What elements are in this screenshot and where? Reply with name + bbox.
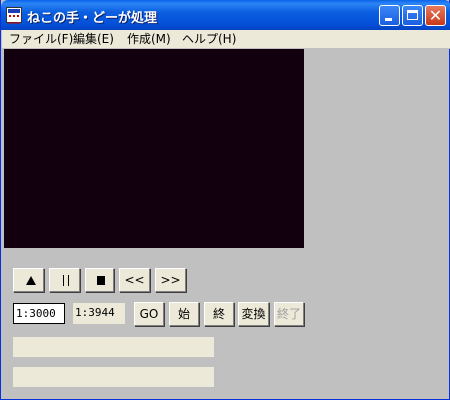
go-button[interactable]: GO xyxy=(134,302,164,326)
rewind-button[interactable]: << xyxy=(119,268,150,292)
maximize-icon xyxy=(407,10,418,20)
end-button[interactable]: 終 xyxy=(204,302,234,326)
close-button[interactable]: ✕ xyxy=(425,5,446,26)
menu-file[interactable]: ファイル(F) xyxy=(9,31,73,47)
window-title: ねこの手・どーが処理 xyxy=(27,11,158,26)
pause-button[interactable] xyxy=(49,268,80,292)
play-button[interactable] xyxy=(13,268,44,292)
pause-icon xyxy=(60,275,72,286)
menu-edit[interactable]: 編集(E) xyxy=(73,31,114,47)
ratio-readout: 1:3944 xyxy=(73,303,125,324)
status-bar-1 xyxy=(13,337,214,357)
ratio-input[interactable]: 1:3000 xyxy=(13,303,65,324)
minimize-button[interactable] xyxy=(379,5,400,26)
forward-button[interactable]: >> xyxy=(155,268,186,292)
status-bar-2 xyxy=(13,367,214,387)
convert-button[interactable]: 変換 xyxy=(238,302,269,326)
play-icon xyxy=(26,276,36,285)
minimize-icon xyxy=(385,18,392,21)
app-icon[interactable] xyxy=(6,7,22,24)
main-window: ねこの手・どーが処理 ✕ ファイル(F) 編集(E) 作成(M) ヘルプ(H) … xyxy=(0,0,450,400)
stop-button[interactable] xyxy=(85,268,114,292)
start-button[interactable]: 始 xyxy=(169,302,199,326)
video-preview[interactable] xyxy=(4,49,304,248)
stop-icon xyxy=(97,276,105,285)
finish-button: 終了 xyxy=(274,302,304,326)
maximize-button[interactable] xyxy=(402,5,423,26)
title-bar[interactable]: ねこの手・どーが処理 ✕ xyxy=(1,0,450,30)
menu-bar: ファイル(F) 編集(E) 作成(M) ヘルプ(H) xyxy=(2,30,450,49)
menu-help[interactable]: ヘルプ(H) xyxy=(182,31,236,47)
close-icon: ✕ xyxy=(428,6,443,25)
menu-create[interactable]: 作成(M) xyxy=(127,31,171,47)
